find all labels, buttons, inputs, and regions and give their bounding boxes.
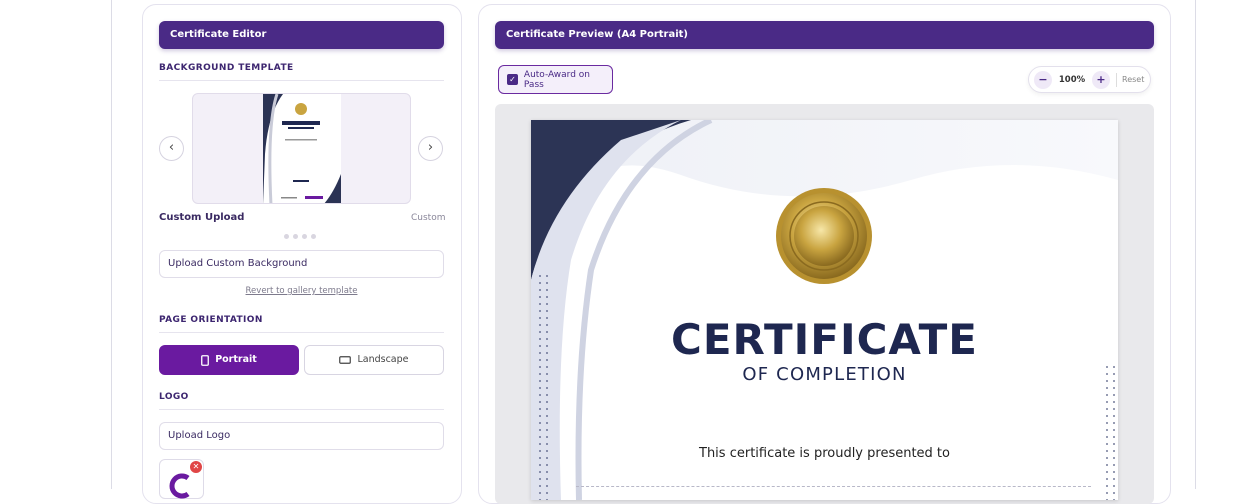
- recipient-name-line: [576, 486, 1091, 487]
- carousel-dots: [284, 234, 316, 239]
- page-orientation-title: PAGE ORIENTATION: [159, 315, 444, 333]
- portrait-icon: [201, 354, 210, 366]
- upload-custom-background-button[interactable]: Upload Custom Background: [159, 250, 444, 278]
- presented-to-text: This certificate is proudly presented to: [699, 446, 950, 461]
- upload-logo-button[interactable]: Upload Logo: [159, 422, 444, 450]
- zoom-divider: [1116, 72, 1117, 87]
- revert-to-gallery-link[interactable]: Revert to gallery template: [159, 286, 444, 296]
- zoom-out-button[interactable]: −: [1034, 70, 1052, 89]
- background-template-title: BACKGROUND TEMPLATE: [159, 63, 444, 81]
- template-thumbnail[interactable]: [192, 93, 411, 204]
- certificate-background: [531, 120, 1118, 500]
- zoom-value: 100%: [1058, 74, 1086, 85]
- certificate-page: CERTIFICATE OF COMPLETION This certifica…: [531, 120, 1118, 500]
- close-icon: ✕: [192, 462, 200, 471]
- checkbox-checked-icon[interactable]: ✓: [507, 74, 518, 85]
- preview-header: Certificate Preview (A4 Portrait): [495, 21, 1154, 49]
- certificate-subtitle: OF COMPLETION: [742, 364, 907, 385]
- carousel-dot[interactable]: [311, 234, 316, 239]
- zoom-control: − 100% + Reset: [1028, 66, 1151, 93]
- template-name: Custom Upload: [159, 212, 245, 223]
- carousel-dot[interactable]: [284, 234, 289, 239]
- landscape-label: Landscape: [357, 354, 409, 365]
- template-preview-image: [263, 94, 341, 203]
- carousel-dot[interactable]: [302, 234, 307, 239]
- portrait-label: Portrait: [215, 354, 257, 365]
- prev-template-button[interactable]: ‹: [159, 136, 184, 161]
- chevron-left-icon: ‹: [168, 140, 175, 155]
- auto-award-toggle[interactable]: ✓ Auto-Award on Pass: [498, 65, 613, 94]
- carousel-dot[interactable]: [293, 234, 298, 239]
- template-tag: Custom: [411, 213, 446, 223]
- chevron-right-icon: ›: [427, 140, 434, 155]
- logo-title: LOGO: [159, 392, 444, 410]
- portrait-button[interactable]: Portrait: [159, 345, 299, 375]
- landscape-button[interactable]: Landscape: [304, 345, 444, 375]
- landscape-icon: [339, 356, 352, 364]
- editor-header: Certificate Editor: [159, 21, 444, 49]
- next-template-button[interactable]: ›: [418, 136, 443, 161]
- zoom-reset-button[interactable]: Reset: [1122, 75, 1144, 84]
- auto-award-label: Auto-Award on Pass: [523, 69, 591, 90]
- gold-seal-icon: [776, 188, 872, 284]
- remove-logo-button[interactable]: ✕: [190, 461, 202, 473]
- zoom-in-button[interactable]: +: [1092, 70, 1110, 89]
- certificate-title: CERTIFICATE: [671, 315, 978, 364]
